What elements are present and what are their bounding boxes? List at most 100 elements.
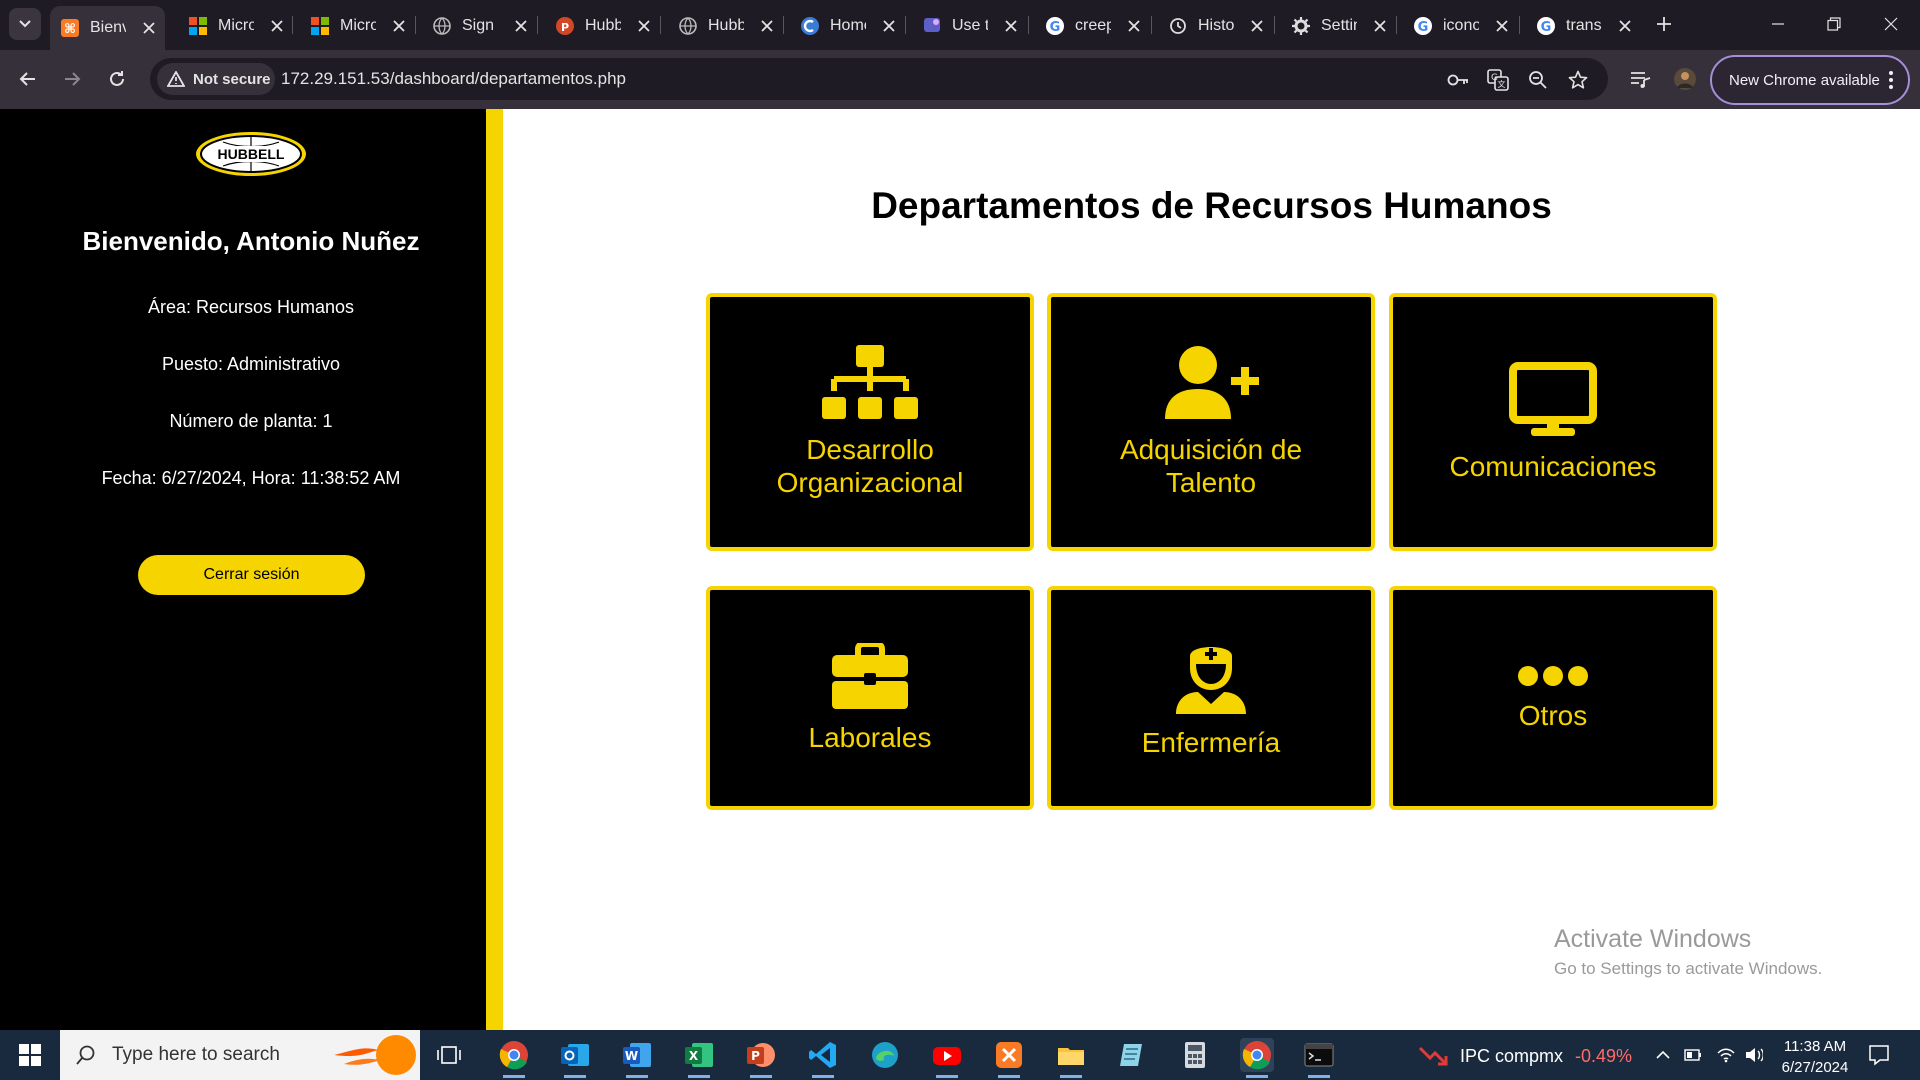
svg-text:G: G	[1050, 20, 1061, 35]
tab-label: Hubbell	[585, 16, 621, 34]
tab-separator	[660, 16, 661, 34]
activate-windows-subtitle: Go to Settings to activate Windows.	[1554, 959, 1823, 978]
minimize-button[interactable]	[1758, 8, 1798, 40]
taskbar-youtube[interactable]	[930, 1038, 964, 1078]
translate-icon[interactable]: G文	[1486, 68, 1510, 92]
close-icon[interactable]	[880, 17, 898, 35]
taskbar-xampp[interactable]	[992, 1038, 1026, 1078]
close-icon[interactable]	[390, 17, 408, 35]
url-text[interactable]: 172.29.151.53/dashboard/departamentos.ph…	[281, 69, 626, 89]
close-icon[interactable]	[1002, 17, 1020, 35]
card-enfermeria[interactable]: Enfermería	[1047, 586, 1375, 810]
taskbar-chrome-active[interactable]	[1240, 1038, 1274, 1078]
tab-settings[interactable]: Settings	[1281, 7, 1391, 44]
card-adquisicion-de-talento[interactable]: Adquisición de Talento	[1047, 293, 1375, 551]
reload-button[interactable]	[103, 65, 131, 93]
close-icon[interactable]	[512, 17, 530, 35]
tab-microsoft-1[interactable]: Microsoft	[178, 7, 288, 44]
svg-text:X: X	[689, 1049, 699, 1063]
browser-toolbar: Not secure 172.29.151.53/dashboard/depar…	[0, 50, 1920, 109]
update-label: New Chrome available	[1729, 71, 1880, 89]
taskbar-word[interactable]: W	[620, 1038, 654, 1078]
system-clock[interactable]: 11:38 AM 6/27/2024	[1770, 1036, 1860, 1078]
card-label-line1: Otros	[1518, 699, 1588, 731]
tab-microsoft-2[interactable]: Microsoft	[300, 7, 410, 44]
volume-icon[interactable]	[1745, 1046, 1763, 1064]
new-chrome-available-button[interactable]: New Chrome available	[1710, 55, 1910, 105]
arrow-right-icon	[65, 72, 81, 86]
back-button[interactable]	[14, 65, 42, 93]
bookmark-star-icon[interactable]	[1566, 68, 1590, 92]
battery-icon[interactable]	[1684, 1046, 1702, 1064]
taskbar-notepad[interactable]	[1116, 1038, 1150, 1072]
close-icon[interactable]	[635, 17, 653, 35]
google-icon: G	[1413, 16, 1433, 36]
card-label-line2: Talento	[1165, 467, 1257, 498]
new-tab-button[interactable]	[1652, 12, 1676, 36]
taskbar-vscode[interactable]	[806, 1038, 840, 1078]
site-info-chip[interactable]: Not secure	[157, 63, 275, 95]
windows-logo-icon	[19, 1044, 41, 1066]
avatar[interactable]	[1672, 66, 1698, 92]
ellipsis-icon	[1518, 665, 1588, 686]
tab-history[interactable]: History	[1158, 7, 1268, 44]
forward-button[interactable]	[58, 65, 86, 93]
tab-hubbell-ppt[interactable]: P Hubbell	[545, 7, 655, 44]
close-icon[interactable]	[1125, 17, 1143, 35]
tab-use[interactable]: Use t	[912, 7, 1022, 44]
card-otros[interactable]: Otros	[1389, 586, 1717, 810]
tab-creep[interactable]: G creep	[1035, 7, 1145, 44]
card-laborales[interactable]: Laborales	[706, 586, 1034, 810]
card-comunicaciones[interactable]: Comunicaciones	[1389, 293, 1717, 551]
start-button[interactable]	[10, 1040, 50, 1070]
gear-icon	[1291, 16, 1311, 36]
close-icon[interactable]	[1248, 17, 1266, 35]
taskbar-excel[interactable]: X	[682, 1038, 716, 1078]
restore-button[interactable]	[1814, 8, 1854, 40]
notification-center-button[interactable]	[1868, 1044, 1890, 1066]
close-window-button[interactable]	[1871, 8, 1911, 40]
task-view-button[interactable]	[432, 1038, 466, 1072]
close-icon[interactable]	[1371, 17, 1389, 35]
tab-bienvenido[interactable]: ⌘ Bienvenido	[50, 6, 165, 50]
password-key-icon[interactable]	[1446, 68, 1470, 92]
sidebar-accent-stripe	[486, 109, 503, 1030]
tab-sign-in[interactable]: Sign in	[422, 7, 532, 44]
card-label-line2: Organizacional	[776, 467, 964, 498]
taskbar-file-explorer[interactable]	[1054, 1038, 1088, 1078]
close-icon[interactable]	[758, 17, 776, 35]
terminal-icon	[1304, 1043, 1334, 1067]
address-bar[interactable]: Not secure 172.29.151.53/dashboard/depar…	[150, 58, 1608, 100]
chevron-up-icon[interactable]	[1654, 1046, 1672, 1064]
clock-date: 6/27/2024	[1781, 1059, 1849, 1076]
close-icon[interactable]	[268, 17, 286, 35]
svg-text:P: P	[561, 21, 569, 34]
tab-iconos[interactable]: G iconos	[1403, 7, 1513, 44]
taskbar-chrome[interactable]	[497, 1038, 531, 1078]
tab-trans[interactable]: G trans	[1526, 7, 1636, 44]
stock-widget[interactable]: IPC compmx -0.49%	[1418, 1044, 1632, 1068]
close-icon[interactable]	[1493, 17, 1511, 35]
zoom-icon[interactable]	[1526, 68, 1550, 92]
card-desarrollo-organizacional[interactable]: Desarrollo Organizacional	[706, 293, 1034, 551]
media-queue-icon[interactable]	[1628, 66, 1654, 92]
tab-hubbell[interactable]: Hubbell	[668, 7, 778, 44]
taskbar-outlook[interactable]	[558, 1038, 592, 1078]
wifi-icon[interactable]	[1717, 1046, 1735, 1064]
logout-button[interactable]: Cerrar sesión	[138, 555, 365, 595]
tab-home[interactable]: Home	[790, 7, 900, 44]
search-icon	[76, 1045, 95, 1065]
close-icon[interactable]	[140, 19, 158, 37]
close-icon[interactable]	[1616, 17, 1634, 35]
taskbar-search-box[interactable]: Type here to search	[60, 1030, 420, 1080]
taskbar-calculator[interactable]	[1178, 1038, 1212, 1072]
tab-separator	[1519, 16, 1520, 34]
reload-icon	[110, 71, 124, 86]
tab-search-button[interactable]	[9, 8, 41, 40]
taskbar-terminal[interactable]	[1302, 1038, 1336, 1078]
tab-separator	[1151, 16, 1152, 34]
svg-text:⌘: ⌘	[64, 22, 76, 37]
taskbar-edge[interactable]	[868, 1038, 902, 1072]
taskbar-powerpoint[interactable]: P	[744, 1038, 778, 1078]
globe-icon	[432, 16, 452, 36]
